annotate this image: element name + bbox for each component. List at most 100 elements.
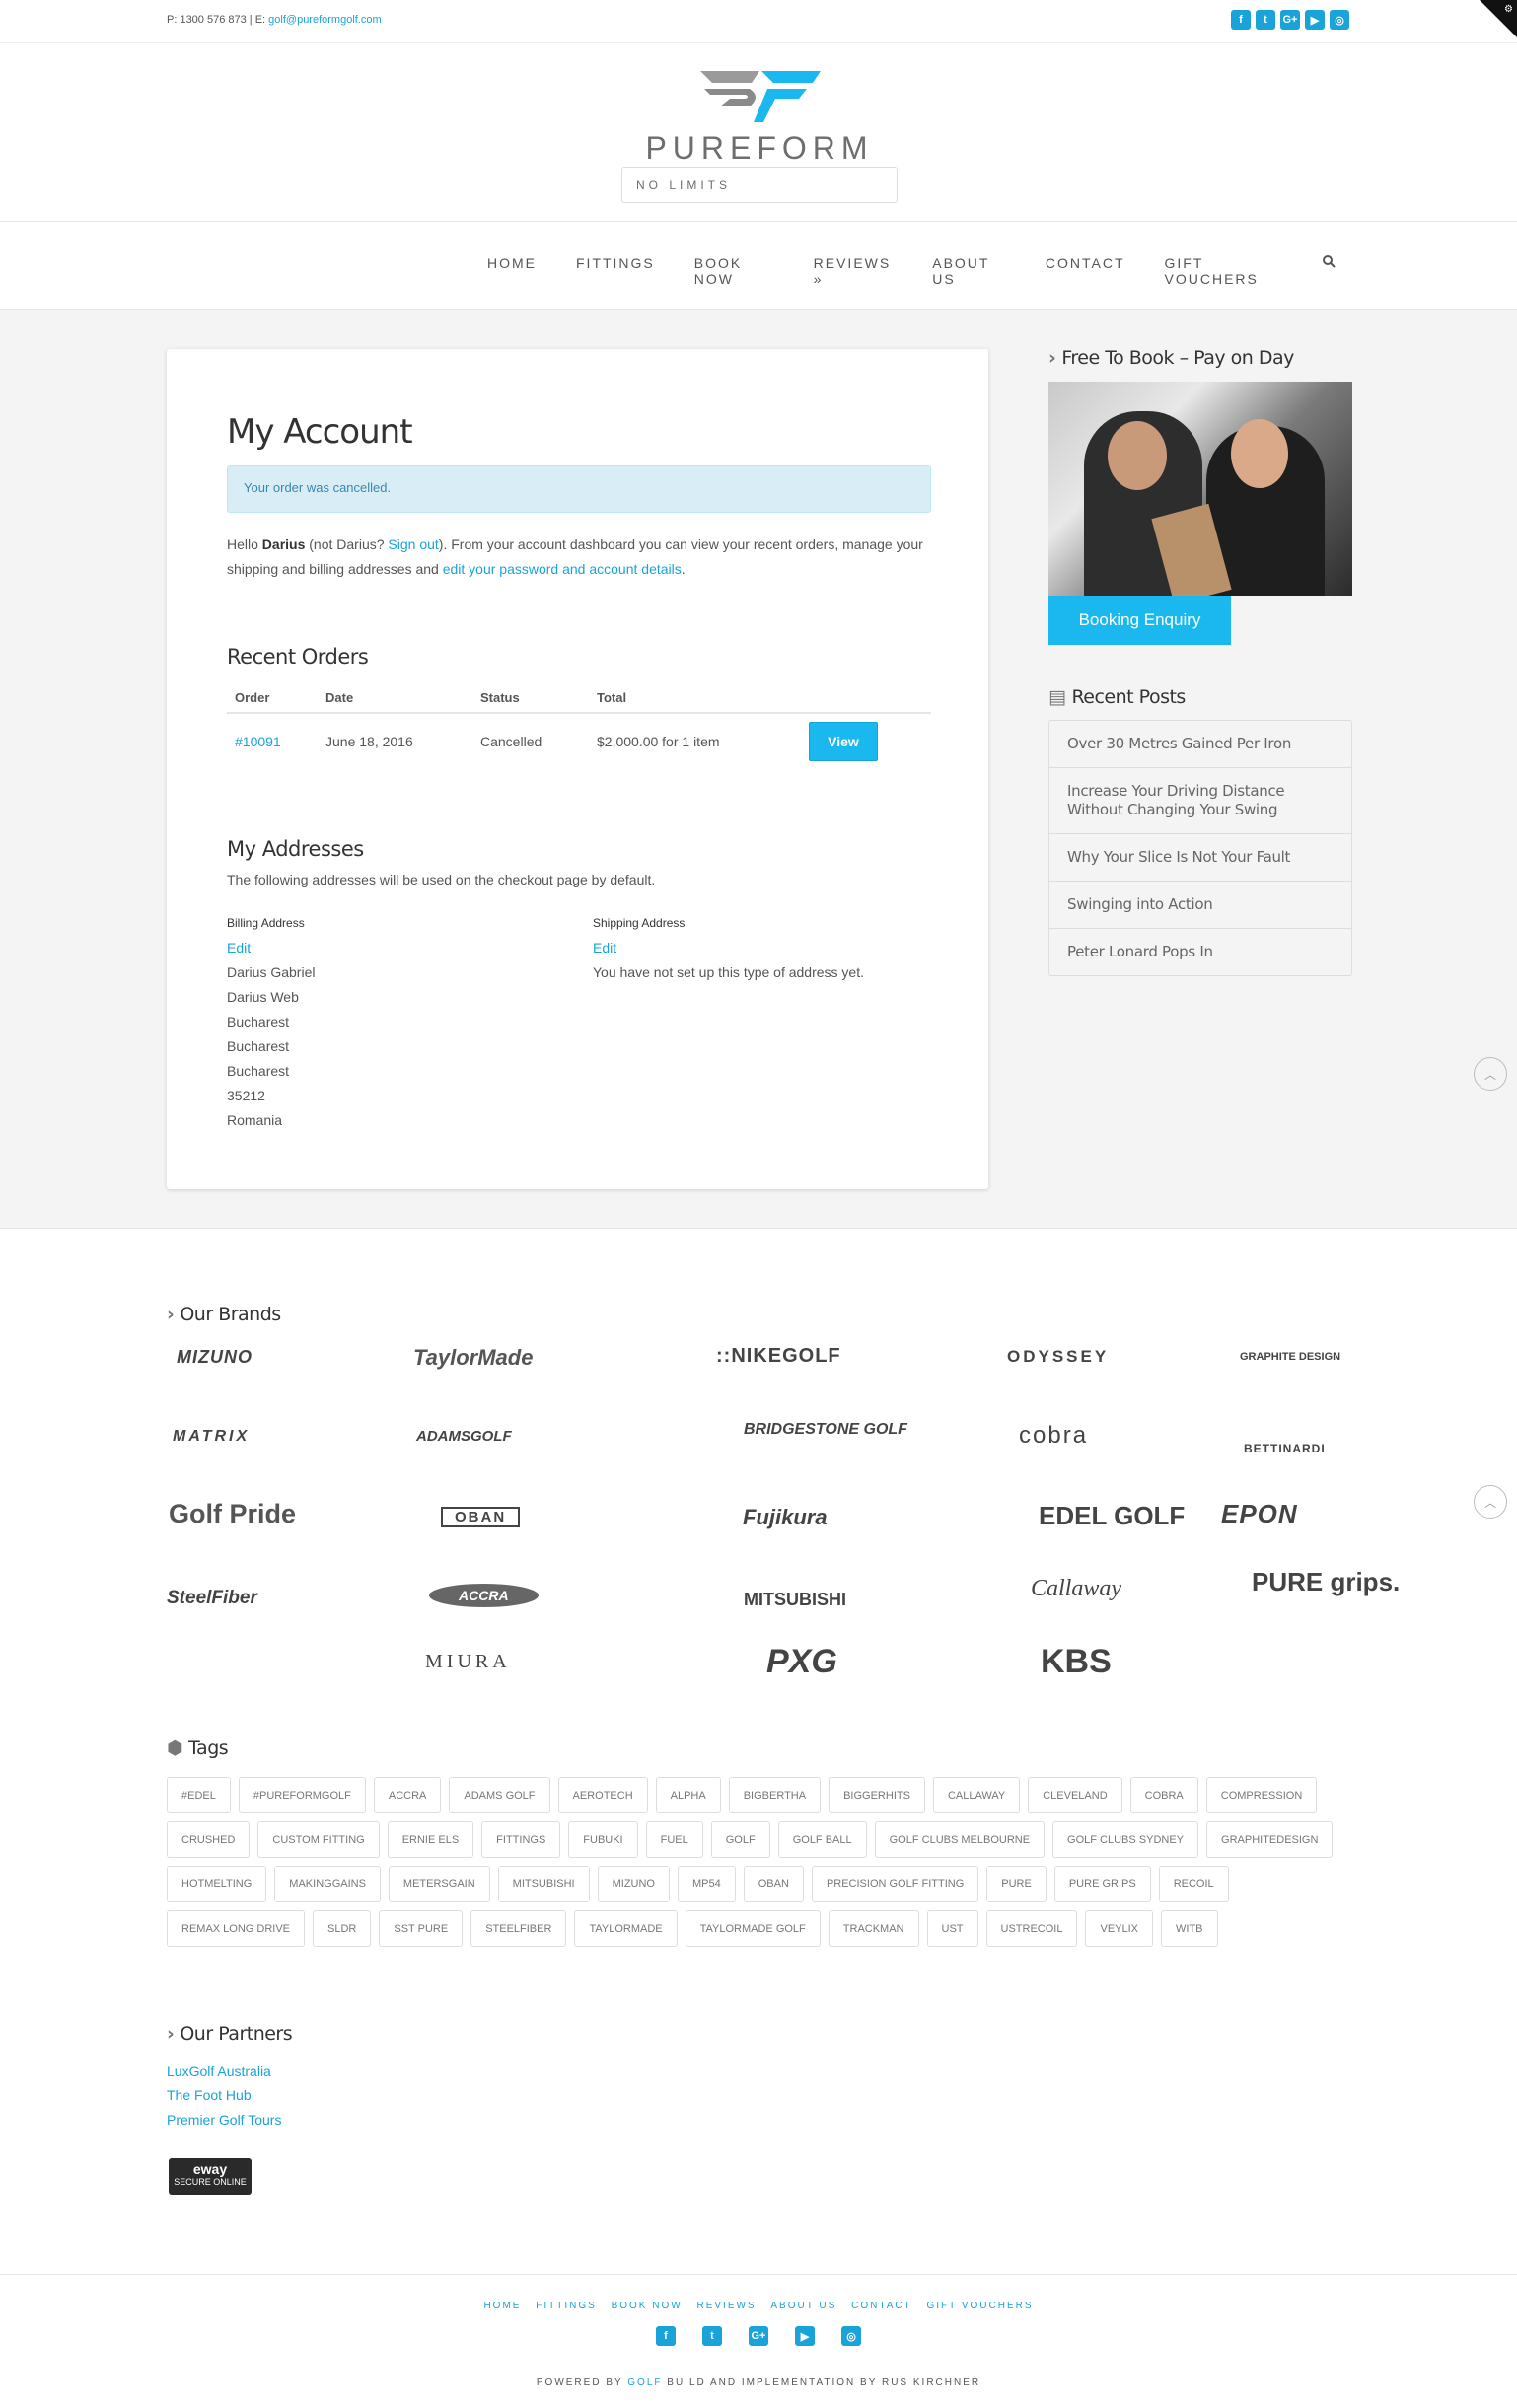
edit-account-link[interactable]: edit your password and account details: [443, 561, 682, 577]
golf-link[interactable]: GOLF: [627, 2377, 662, 2388]
scroll-up-icon[interactable]: ︿: [1474, 1485, 1507, 1519]
email-link[interactable]: golf@pureformgolf.com: [268, 14, 382, 26]
tag-link[interactable]: VEYLIX: [1085, 1910, 1154, 1947]
tag-link[interactable]: ADAMS GOLF: [449, 1777, 550, 1813]
tag-link[interactable]: GOLF: [710, 1821, 770, 1858]
nav-about-us[interactable]: ABOUT US: [932, 255, 1006, 287]
brand-logo[interactable]: MATRIX: [173, 1428, 250, 1446]
post-link[interactable]: Peter Lonard Pops In: [1049, 929, 1351, 975]
order-number-link[interactable]: #10091: [235, 734, 281, 749]
nav-gift-vouchers[interactable]: GIFT VOUCHERS: [1165, 255, 1283, 287]
sign-out-link[interactable]: Sign out: [388, 536, 438, 552]
brand-logo[interactable]: ADAMSGOLF: [416, 1428, 512, 1445]
tag-link[interactable]: FITTINGS: [481, 1821, 561, 1858]
tag-link[interactable]: SLDR: [313, 1910, 372, 1947]
brand-logo[interactable]: ::NIKEGOLF: [716, 1345, 841, 1368]
tag-link[interactable]: GOLF CLUBS MELBOURNE: [874, 1821, 1046, 1858]
instagram-icon[interactable]: ◎: [841, 2326, 861, 2346]
tag-link[interactable]: HOTMELTING: [167, 1866, 267, 1902]
footer-nav-book-now[interactable]: BOOK NOW: [612, 2301, 683, 2311]
brand-logo[interactable]: PURE grips.: [1252, 1569, 1400, 1594]
eway-badge[interactable]: eway SECURE ONLINE: [169, 2158, 252, 2195]
brand-logo[interactable]: SteelFiber: [167, 1588, 257, 1609]
instagram-icon[interactable]: ◎: [1330, 10, 1349, 30]
tag-link[interactable]: PURE GRIPS: [1053, 1866, 1151, 1902]
tag-link[interactable]: MP54: [678, 1866, 736, 1902]
tag-link[interactable]: REMAX LONG DRIVE: [167, 1910, 306, 1947]
tag-link[interactable]: CUSTOM FITTING: [257, 1821, 380, 1858]
footer-nav-gift-vouchers[interactable]: GIFT VOUCHERS: [926, 2301, 1033, 2311]
tag-link[interactable]: PRECISION GOLF FITTING: [811, 1866, 979, 1902]
tag-link[interactable]: ERNIE ELS: [387, 1821, 474, 1858]
partner-link[interactable]: Premier Golf Tours: [167, 2108, 281, 2133]
tag-link[interactable]: CLEVELAND: [1028, 1777, 1122, 1813]
brand-logo[interactable]: Golf Pride: [169, 1499, 296, 1529]
view-order-button[interactable]: View: [809, 722, 878, 761]
nav-fittings[interactable]: FITTINGS: [576, 255, 655, 287]
brand-logo[interactable]: EPON: [1221, 1499, 1298, 1529]
tag-link[interactable]: GOLF CLUBS SYDNEY: [1052, 1821, 1199, 1858]
settings-corner[interactable]: ⚙: [1480, 0, 1517, 37]
search-icon[interactable]: [1323, 255, 1336, 287]
tag-link[interactable]: PURE: [986, 1866, 1047, 1902]
google-plus-icon[interactable]: G+: [1280, 10, 1300, 30]
partner-link[interactable]: LuxGolf Australia: [167, 2059, 281, 2084]
post-link[interactable]: Over 30 Metres Gained Per Iron: [1049, 721, 1351, 768]
brand-logo[interactable]: Fujikura: [743, 1505, 828, 1530]
post-link[interactable]: Swinging into Action: [1049, 882, 1351, 929]
footer-nav-home[interactable]: HOME: [483, 2301, 521, 2311]
brand-logo[interactable]: EDEL GOLF: [1039, 1501, 1185, 1531]
tag-link[interactable]: BIGBERTHA: [728, 1777, 822, 1813]
brand-logo[interactable]: BETTINARDI: [1244, 1442, 1326, 1455]
youtube-icon[interactable]: ▶: [795, 2326, 815, 2346]
tag-link[interactable]: RECOIL: [1158, 1866, 1229, 1902]
tag-link[interactable]: TAYLORMADE GOLF: [685, 1910, 821, 1947]
brand-logo[interactable]: cobra: [1019, 1422, 1088, 1450]
tag-link[interactable]: GOLF BALL: [777, 1821, 867, 1858]
tag-link[interactable]: TRACKMAN: [828, 1910, 919, 1947]
tag-link[interactable]: #PUREFORMGOLF: [238, 1777, 366, 1813]
tag-link[interactable]: COBRA: [1129, 1777, 1198, 1813]
tag-link[interactable]: COMPRESSION: [1205, 1777, 1318, 1813]
tag-link[interactable]: FUEL: [645, 1821, 703, 1858]
tag-link[interactable]: ACCRA: [373, 1777, 442, 1813]
brand-logo[interactable]: Callaway: [1031, 1576, 1121, 1602]
tag-link[interactable]: UST: [926, 1910, 978, 1947]
tag-link[interactable]: CRUSHED: [167, 1821, 251, 1858]
footer-nav-about-us[interactable]: ABOUT US: [770, 2301, 836, 2311]
tag-link[interactable]: AEROTECH: [557, 1777, 648, 1813]
tag-link[interactable]: TAYLORMADE: [574, 1910, 678, 1947]
tag-link[interactable]: MIZUNO: [597, 1866, 670, 1902]
nav-home[interactable]: HOME: [487, 255, 537, 287]
brand-logo[interactable]: PXG: [766, 1643, 837, 1681]
brand-logo[interactable]: MITSUBISHI: [744, 1590, 846, 1610]
tag-link[interactable]: MITSUBISHI: [497, 1866, 590, 1902]
footer-nav-fittings[interactable]: FITTINGS: [536, 2301, 597, 2311]
nav-reviews[interactable]: REVIEWS »: [814, 255, 894, 287]
youtube-icon[interactable]: ▶: [1305, 10, 1325, 30]
brand-logo[interactable]: ACCRA: [429, 1584, 539, 1607]
google-plus-icon[interactable]: G+: [749, 2326, 768, 2346]
booking-enquiry-button[interactable]: Booking Enquiry: [1048, 596, 1231, 645]
post-link[interactable]: Why Your Slice Is Not Your Fault: [1049, 834, 1351, 882]
site-logo[interactable]: PUREFORM NO LIMITS: [621, 63, 898, 203]
brand-logo[interactable]: BRIDGESTONE GOLF: [744, 1420, 921, 1440]
brand-logo[interactable]: ODYSSEY: [1007, 1347, 1109, 1367]
edit-billing-link[interactable]: Edit: [227, 936, 315, 960]
tag-link[interactable]: GRAPHITEDESIGN: [1206, 1821, 1334, 1858]
twitter-icon[interactable]: t: [702, 2326, 722, 2346]
tag-link[interactable]: BIGGERHITS: [829, 1777, 925, 1813]
brand-logo[interactable]: TaylorMade: [413, 1345, 533, 1371]
brand-logo[interactable]: OBAN: [441, 1507, 521, 1527]
tag-link[interactable]: CALLAWAY: [932, 1777, 1021, 1813]
brand-logo[interactable]: MIZUNO: [177, 1347, 253, 1368]
brand-logo[interactable]: MIURA: [425, 1651, 511, 1673]
brand-logo[interactable]: GRAPHITE DESIGN: [1240, 1351, 1340, 1363]
scroll-up-icon[interactable]: ︿: [1474, 1057, 1507, 1091]
tag-link[interactable]: USTRECOIL: [985, 1910, 1078, 1947]
nav-contact[interactable]: CONTACT: [1046, 255, 1125, 287]
edit-shipping-link[interactable]: Edit: [593, 936, 864, 960]
tag-link[interactable]: OBAN: [743, 1866, 804, 1902]
tag-link[interactable]: STEELFIBER: [470, 1910, 567, 1947]
footer-nav-contact[interactable]: CONTACT: [851, 2301, 912, 2311]
